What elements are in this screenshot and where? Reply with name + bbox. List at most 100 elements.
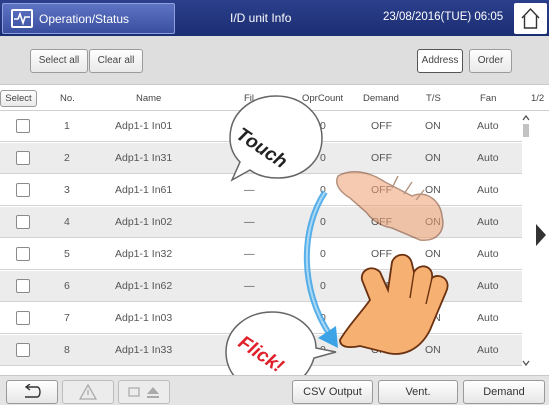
table-row[interactable]: 7 Adp1-1 In03 0 OFF ON Auto: [0, 303, 522, 334]
col-no: No.: [60, 93, 75, 104]
back-arrow-icon: [24, 383, 41, 398]
col-filter: Fil: [244, 93, 255, 104]
row-fan: Auto: [477, 312, 499, 324]
page-indicator: 1/2: [531, 93, 545, 104]
row-fan: Auto: [477, 120, 499, 132]
row-ts: ON: [425, 152, 441, 164]
row-ts: ON: [425, 312, 441, 324]
table-row[interactable]: 6 Adp1-1 In62 — 0 OFF ON Auto: [0, 271, 522, 302]
address-sort-button[interactable]: Address: [417, 49, 463, 73]
address-label: Address: [421, 55, 459, 66]
col-oprcount: OprCount: [302, 93, 344, 104]
select-column-label: Select: [5, 93, 32, 104]
row-oprcount: 0: [320, 120, 326, 132]
table-header: Select No. Name Fil OprCount Demand T/S …: [0, 86, 549, 111]
row-name: Adp1-1 In33: [115, 344, 173, 356]
row-no: 7: [64, 312, 70, 324]
row-fan: Auto: [477, 184, 499, 196]
row-name: Adp1-1 In32: [115, 248, 173, 260]
row-fan: Auto: [477, 344, 499, 356]
scroll-up-icon: [522, 114, 530, 121]
row-demand: OFF: [371, 280, 392, 292]
home-button[interactable]: [514, 3, 547, 34]
row-demand: OFF: [371, 312, 392, 324]
row-demand: OFF: [371, 248, 392, 260]
scroll-down-icon: [522, 360, 530, 367]
demand-button[interactable]: Demand: [463, 380, 545, 404]
eject-button[interactable]: [118, 380, 170, 404]
datetime-display: 23/08/2016(TUE) 06:05: [383, 11, 504, 23]
row-checkbox[interactable]: [16, 183, 30, 197]
back-button[interactable]: [6, 380, 58, 404]
toolbar: Select all Clear all Address Order: [0, 36, 549, 85]
scrollbar[interactable]: [522, 111, 530, 374]
row-oprcount: 0: [320, 216, 326, 228]
row-oprcount: 0: [320, 280, 326, 292]
row-checkbox[interactable]: [16, 119, 30, 133]
table-row[interactable]: 5 Adp1-1 In32 — 0 OFF ON Auto: [0, 239, 522, 270]
warning-icon: [78, 383, 98, 400]
row-checkbox[interactable]: [16, 343, 30, 357]
row-ts: ON: [425, 344, 441, 356]
row-oprcount: 0: [320, 344, 326, 356]
next-page-arrow-icon[interactable]: [535, 223, 547, 247]
row-filter: —: [244, 248, 255, 260]
select-all-label: Select all: [38, 55, 80, 66]
table-row[interactable]: 3 Adp1-1 In61 — 0 OFF ON Auto: [0, 175, 522, 206]
row-oprcount: 0: [320, 248, 326, 260]
order-label: Order: [477, 55, 504, 66]
order-sort-button[interactable]: Order: [469, 49, 512, 73]
row-checkbox[interactable]: [16, 279, 30, 293]
row-no: 5: [64, 248, 70, 260]
row-filter: —: [244, 184, 255, 196]
row-demand: OFF: [371, 120, 392, 132]
row-fan: Auto: [477, 216, 499, 228]
row-no: 2: [64, 152, 70, 164]
row-no: 4: [64, 216, 70, 228]
row-fan: Auto: [477, 152, 499, 164]
row-fan: Auto: [477, 248, 499, 260]
csv-output-button[interactable]: CSV Output: [292, 380, 373, 404]
row-fan: Auto: [477, 280, 499, 292]
clear-all-label: Clear all: [97, 55, 135, 66]
row-ts: ON: [425, 184, 441, 196]
select-all-button[interactable]: Select all: [30, 49, 88, 73]
row-checkbox[interactable]: [16, 247, 30, 261]
row-oprcount: 0: [320, 152, 326, 164]
operation-status-tab[interactable]: Operation/Status: [2, 3, 175, 34]
row-oprcount: 0: [320, 184, 326, 196]
row-oprcount: 0: [320, 312, 326, 324]
row-checkbox[interactable]: [16, 215, 30, 229]
row-ts: ON: [425, 248, 441, 260]
select-column-button[interactable]: Select: [0, 90, 37, 107]
row-no: 3: [64, 184, 70, 196]
row-filter: —: [244, 280, 255, 292]
vent-button[interactable]: Vent.: [378, 380, 458, 404]
row-name: Adp1-1 In03: [115, 312, 173, 324]
col-demand: Demand: [363, 93, 399, 104]
warning-button[interactable]: [62, 380, 114, 404]
row-filter: —: [244, 216, 255, 228]
row-ts: ON: [425, 280, 441, 292]
header-bar: Operation/Status I/D unit Info 23/08/201…: [0, 0, 549, 36]
row-demand: OFF: [371, 152, 392, 164]
demand-label: Demand: [483, 386, 525, 398]
operation-status-label: Operation/Status: [39, 12, 130, 26]
table-row[interactable]: 4 Adp1-1 In02 — 0 OFF ON Auto: [0, 207, 522, 238]
waveform-icon: [11, 9, 33, 28]
row-checkbox[interactable]: [16, 311, 30, 325]
page-title: I/D unit Info: [230, 11, 292, 25]
row-name: Adp1-1 In01: [115, 120, 173, 132]
row-demand: OFF: [371, 216, 392, 228]
clear-all-button[interactable]: Clear all: [89, 49, 143, 73]
col-fan: Fan: [480, 93, 497, 104]
row-no: 6: [64, 280, 70, 292]
row-name: Adp1-1 In61: [115, 184, 173, 196]
row-demand: OFF: [371, 184, 392, 196]
home-icon: [521, 7, 540, 29]
row-checkbox[interactable]: [16, 151, 30, 165]
eject-icon: [128, 387, 159, 398]
scrollbar-thumb[interactable]: [523, 124, 529, 137]
footer-bar: CSV Output Vent. Demand: [0, 375, 549, 405]
row-demand: OFF: [371, 344, 392, 356]
